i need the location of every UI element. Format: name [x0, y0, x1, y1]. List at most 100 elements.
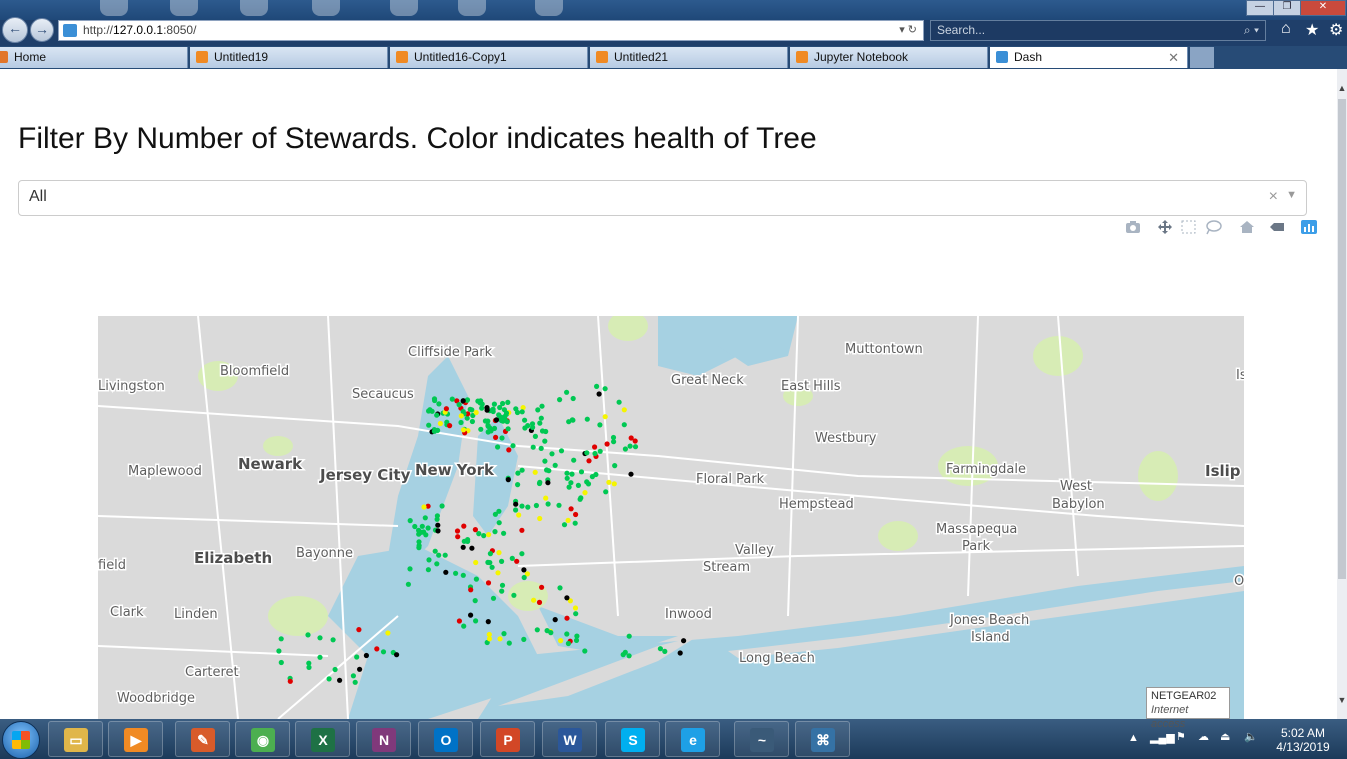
tree-point: [287, 678, 293, 684]
maximize-button[interactable]: ❐: [1273, 0, 1301, 16]
tree-point: [577, 496, 583, 502]
plotly-logo-icon[interactable]: [1300, 219, 1318, 235]
volume-icon[interactable]: 🔈: [1244, 730, 1258, 743]
park-area: [268, 596, 328, 636]
tree-point: [354, 654, 360, 660]
anaconda-taskbar-button[interactable]: ~: [734, 721, 789, 757]
favorites-star-icon[interactable]: ★: [1305, 20, 1319, 40]
tab-untitled21[interactable]: Untitled21: [590, 47, 788, 68]
flag-icon[interactable]: ⚑: [1176, 730, 1186, 743]
chrome-taskbar-button[interactable]: ◉: [235, 721, 290, 757]
map-place-label: field: [98, 558, 126, 573]
excel-taskbar-button[interactable]: X: [295, 721, 350, 757]
dropdown-selected-value: All: [29, 188, 47, 205]
ie-taskbar-button[interactable]: e: [665, 721, 720, 757]
dropdown-caret-icon[interactable]: ▼: [1286, 189, 1297, 201]
tree-point: [612, 463, 618, 469]
back-button[interactable]: ←: [2, 17, 28, 43]
lasso-icon[interactable]: [1204, 219, 1222, 235]
forward-button[interactable]: →: [30, 18, 54, 42]
outlook-taskbar-button[interactable]: O: [418, 721, 473, 757]
map-place-label: Farmingdale: [946, 462, 1026, 477]
onenote-taskbar-button[interactable]: N: [356, 721, 411, 757]
search-input[interactable]: Search... ⌕ ▾: [930, 20, 1266, 41]
close-tab-icon[interactable]: ✕: [1168, 47, 1179, 68]
tree-point: [677, 650, 683, 656]
close-window-button[interactable]: ✕: [1300, 0, 1346, 16]
tree-point: [597, 422, 603, 428]
steward-filter-dropdown[interactable]: All × ▼: [18, 180, 1307, 216]
tree-point: [481, 533, 487, 539]
tree-point: [380, 649, 387, 655]
browser-chrome: — ❐ ✕ ← → http://127.0.0.1:8050/ ▾ ↻ Sea…: [0, 0, 1347, 69]
tree-point: [592, 444, 598, 450]
jupyter-icon: [396, 51, 408, 63]
cloud-icon[interactable]: ☁: [1198, 730, 1209, 743]
signal-icon[interactable]: ▂▄▆: [1150, 731, 1175, 744]
tree-point: [564, 595, 570, 601]
tree-point: [506, 640, 512, 646]
new-tab-button[interactable]: [1190, 47, 1214, 68]
tree-point: [472, 598, 478, 604]
page-scrollbar[interactable]: ▲ ▼: [1337, 69, 1347, 719]
camera-icon[interactable]: [1124, 219, 1142, 235]
tab-dash[interactable]: Dash ✕: [990, 47, 1188, 68]
tab-untitled19[interactable]: Untitled19: [190, 47, 388, 68]
minimize-button[interactable]: —: [1246, 0, 1274, 16]
refresh-icon[interactable]: ▾ ↻: [899, 21, 917, 40]
explorer-taskbar-button[interactable]: ▭: [48, 721, 103, 757]
map-canvas[interactable]: Livingston Bloomfield Cliffside Park Mutton…: [98, 316, 1244, 719]
tree-point: [522, 417, 528, 423]
address-bar[interactable]: http://127.0.0.1:8050/ ▾ ↻: [58, 20, 924, 41]
map-place-label: New York: [415, 461, 495, 479]
tree-point: [549, 451, 555, 457]
skype-taskbar-button[interactable]: S: [605, 721, 660, 757]
tree-point: [485, 619, 491, 625]
clear-selection-icon[interactable]: ×: [1269, 188, 1278, 206]
tree-point: [545, 480, 551, 486]
usb-icon[interactable]: ⏏: [1220, 730, 1230, 743]
tab-label: Untitled21: [614, 50, 669, 64]
tree-point: [434, 516, 440, 522]
powerpoint-taskbar-button[interactable]: P: [480, 721, 535, 757]
tab-jupyter-notebook[interactable]: Jupyter Notebook: [790, 47, 988, 68]
map-place-label: Oc: [1234, 574, 1244, 589]
tree-point: [513, 406, 519, 412]
home-icon[interactable]: [1238, 219, 1256, 235]
start-button[interactable]: [2, 721, 40, 759]
tree-point: [485, 580, 492, 586]
tree-point: [602, 386, 608, 392]
home-icon[interactable]: ⌂: [1281, 20, 1291, 38]
taskbar-preview: [458, 0, 486, 16]
tab-home[interactable]: Home: [0, 47, 188, 68]
tree-map[interactable]: Livingston Bloomfield Cliffside Park Mutton…: [98, 316, 1244, 719]
scroll-up-icon[interactable]: ▲: [1337, 83, 1347, 93]
tree-point: [538, 415, 544, 421]
taskbar-clock[interactable]: 5:02 AM 4/13/2019: [1268, 726, 1338, 754]
gear-icon[interactable]: ⚙: [1329, 20, 1343, 40]
paint-taskbar-button[interactable]: ✎: [175, 721, 230, 757]
map-place-label: Inwood: [665, 607, 712, 622]
tree-point: [578, 469, 585, 475]
tree-point: [447, 423, 453, 429]
hover-compare-icon[interactable]: [1268, 219, 1286, 235]
show-hidden-icons-icon[interactable]: ▲: [1128, 732, 1139, 744]
tree-point: [552, 462, 558, 468]
search-icon[interactable]: ⌕ ▾: [1244, 21, 1259, 40]
taskbar-preview: [535, 0, 563, 16]
scrollbar-thumb[interactable]: [1338, 99, 1346, 579]
tree-point: [435, 427, 441, 433]
word-taskbar-button[interactable]: W: [542, 721, 597, 757]
pan-icon[interactable]: [1156, 219, 1174, 235]
tree-point: [604, 441, 610, 447]
scroll-down-icon[interactable]: ▼: [1337, 695, 1347, 705]
media-player-taskbar-button[interactable]: ▶: [108, 721, 163, 757]
map-place-label: Clark: [110, 605, 144, 620]
tab-untitled16-copy1[interactable]: Untitled16-Copy1: [390, 47, 588, 68]
tab-strip: Home Untitled19 Untitled16-Copy1 Untitle…: [0, 46, 1347, 69]
tree-point: [626, 653, 632, 659]
box-select-icon[interactable]: [1180, 219, 1198, 235]
python-taskbar-button[interactable]: ⌘: [795, 721, 850, 757]
tree-point: [519, 551, 525, 557]
tree-point: [490, 408, 496, 415]
